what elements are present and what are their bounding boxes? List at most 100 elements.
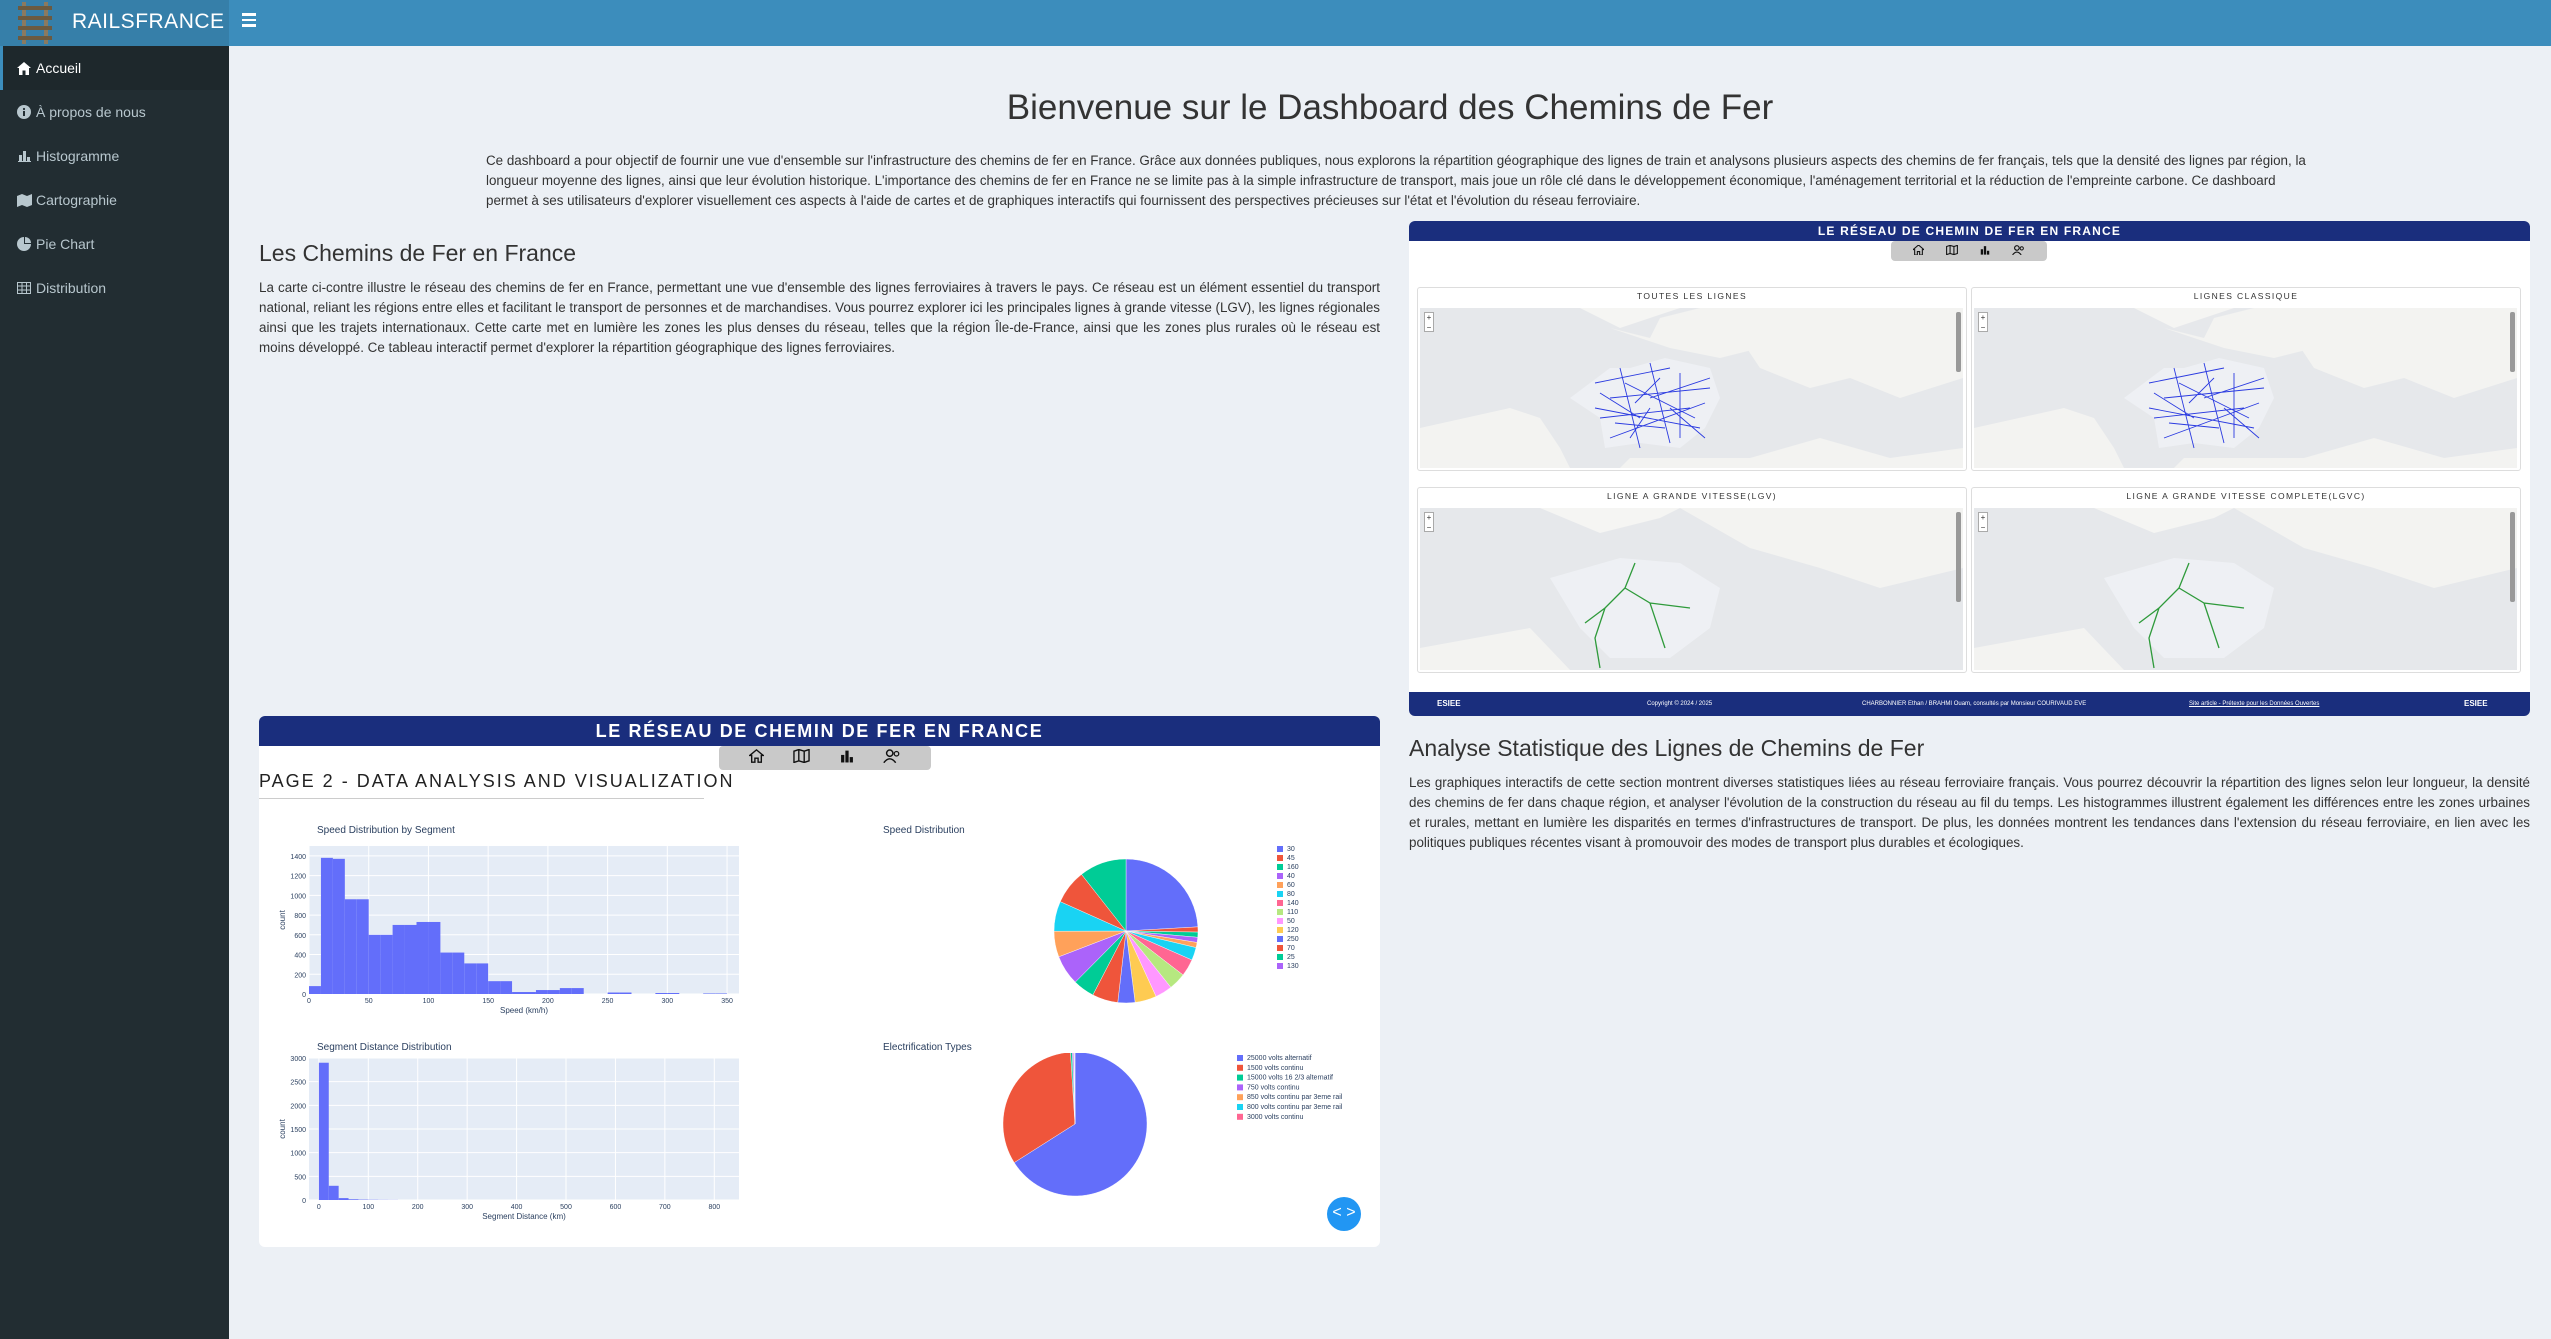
legend-label[interactable]: 140 <box>1287 900 1299 907</box>
histogram-bar[interactable] <box>619 992 632 994</box>
legend-label[interactable]: 1500 volts continu <box>1247 1065 1304 1072</box>
y-tick-label: 200 <box>294 972 306 979</box>
footer-source-link[interactable]: Site article - Prétexte pour les Données… <box>2189 701 2319 707</box>
legend-label[interactable]: 250 <box>1287 936 1299 943</box>
legend-label[interactable]: 110 <box>1287 909 1298 916</box>
zoom-controls[interactable]: + − <box>1978 312 1988 332</box>
sidebar-toggle-icon[interactable] <box>242 13 256 27</box>
home-icon[interactable] <box>1911 242 1926 260</box>
map-lgv[interactable]: + − <box>1420 508 1963 670</box>
map-scrollbar[interactable] <box>1956 512 1961 602</box>
legend-label[interactable]: 750 volts continu <box>1247 1084 1300 1091</box>
page-toggle-button[interactable]: < > <box>1327 1197 1361 1231</box>
x-tick-label: 500 <box>560 1204 572 1211</box>
histogram-bar[interactable] <box>559 988 572 994</box>
map-lgvc[interactable]: + − <box>1974 508 2517 670</box>
zoom-controls[interactable]: + − <box>1424 512 1434 532</box>
histogram-bar[interactable] <box>356 899 369 994</box>
histogram-bar[interactable] <box>348 1199 359 1200</box>
histogram-bar[interactable] <box>318 1062 329 1200</box>
legend-label[interactable]: 50 <box>1287 918 1295 925</box>
legend-label[interactable]: 120 <box>1287 927 1299 934</box>
x-tick-label: 600 <box>610 1204 622 1211</box>
map-toutes-lignes[interactable]: + − <box>1420 308 1963 468</box>
histogram-bar[interactable] <box>607 992 620 994</box>
histogram-bar[interactable] <box>380 934 393 994</box>
speed-pie-chart[interactable]: 30 45 160 40 60 80 140 110 50 120 250 70 25 130 <box>959 836 1379 1036</box>
histogram-bar[interactable] <box>338 1198 349 1200</box>
brand-area[interactable]: RAILSFRANCE <box>0 0 229 46</box>
histogram-bar[interactable] <box>571 988 584 994</box>
sidebar-item-distribution[interactable]: Distribution <box>0 266 229 310</box>
legend-label[interactable]: 15000 volts 16 2/3 alternatif <box>1247 1075 1333 1082</box>
histogram-bar[interactable] <box>452 952 465 994</box>
intro-paragraph: Ce dashboard a pour objectif de fournir … <box>486 153 2306 208</box>
legend-swatch <box>1277 873 1283 879</box>
embedded-map-dashboard[interactable]: LE RÉSEAU DE CHEMIN DE FER EN FRANCE TOU… <box>1409 221 2530 716</box>
legend-swatch <box>1237 1113 1243 1120</box>
sidebar-item-label: Pie Chart <box>36 236 95 252</box>
sidebar-item-cartographie[interactable]: Cartographie <box>0 178 229 222</box>
map-card-lignes-classique: LIGNES CLASSIQUE + − <box>1971 287 2521 471</box>
home-icon[interactable] <box>747 748 765 768</box>
legend-label[interactable]: 130 <box>1287 963 1299 970</box>
x-tick-label: 700 <box>659 1204 671 1211</box>
histogram-bar[interactable] <box>464 963 477 994</box>
y-axis-label: count <box>279 1118 287 1138</box>
sidebar-item-pie-chart[interactable]: Pie Chart <box>0 222 229 266</box>
histogram-bar[interactable] <box>655 993 668 994</box>
histogram-bar[interactable] <box>476 963 489 994</box>
legend-label[interactable]: 80 <box>1287 891 1295 898</box>
bar-chart-icon[interactable] <box>1980 242 1990 260</box>
histogram-bar[interactable] <box>344 899 357 994</box>
histogram-bar[interactable] <box>488 981 501 994</box>
map-scrollbar[interactable] <box>2510 512 2515 602</box>
histogram-bar[interactable] <box>368 934 381 994</box>
histogram-bar[interactable] <box>320 857 333 994</box>
legend-label[interactable]: 60 <box>1287 882 1295 889</box>
map-scrollbar[interactable] <box>1956 312 1961 372</box>
legend-label[interactable]: 40 <box>1287 873 1295 880</box>
zoom-controls[interactable]: + − <box>1424 312 1434 332</box>
electrification-pie-chart[interactable]: 25000 volts alternatif 1500 volts continu… <box>959 1053 1379 1233</box>
sidebar-item-histogramme[interactable]: Histogramme <box>0 134 229 178</box>
legend-label[interactable]: 25 <box>1287 954 1295 961</box>
legend-label[interactable]: 70 <box>1287 945 1295 952</box>
legend-label[interactable]: 800 volts continu par 3eme rail <box>1247 1104 1343 1111</box>
pie-slice[interactable] <box>1125 858 1199 932</box>
legend-label[interactable]: 3000 volts continu <box>1247 1114 1304 1121</box>
histogram-bar[interactable] <box>392 924 405 994</box>
histogram-bar[interactable] <box>547 990 560 994</box>
zoom-controls[interactable]: + − <box>1978 512 1988 532</box>
histogram-bar[interactable] <box>512 992 524 994</box>
sidebar-item-a-propos[interactable]: À propos de nous <box>0 90 229 134</box>
histogram-bar[interactable] <box>332 858 345 994</box>
map-icon[interactable] <box>793 748 810 768</box>
histogram-bar[interactable] <box>428 921 441 994</box>
histogram-bar[interactable] <box>524 992 536 994</box>
bar-chart-icon[interactable] <box>840 749 854 768</box>
users-icon[interactable] <box>2012 242 2025 260</box>
histogram-bar[interactable] <box>328 1185 339 1200</box>
legend-swatch <box>1237 1094 1243 1101</box>
map-scrollbar[interactable] <box>2510 312 2515 372</box>
map-icon[interactable] <box>1946 242 1958 260</box>
legend-label[interactable]: 25000 volts alternatif <box>1247 1055 1312 1062</box>
speed-histogram-chart[interactable]: 0 200 400 600 800 1000 1200 1400 0 50 100 150 200 250… <box>279 836 759 1036</box>
histogram-bar[interactable] <box>535 990 548 994</box>
map-lignes-classique[interactable]: + − <box>1974 308 2517 468</box>
histogram-bar[interactable] <box>440 952 453 994</box>
legend-label[interactable]: 850 volts continu par 3eme rail <box>1247 1094 1343 1101</box>
data-analysis-panel[interactable]: LE RÉSEAU DE CHEMIN DE FER EN FRANCE PAG… <box>259 716 1380 1247</box>
distance-histogram-chart[interactable]: 0 500 1000 1500 2000 2500 3000 0 100 200 300 400 500… <box>279 1053 759 1233</box>
histogram-bar[interactable] <box>500 981 513 994</box>
histogram-bar[interactable] <box>404 924 417 994</box>
sidebar-item-accueil[interactable]: Accueil <box>0 46 229 90</box>
legend-label[interactable]: 30 <box>1287 846 1295 853</box>
histogram-bar[interactable] <box>309 986 321 994</box>
users-icon[interactable] <box>883 748 901 768</box>
legend-label[interactable]: 45 <box>1287 855 1295 862</box>
legend-label[interactable]: 160 <box>1287 864 1299 871</box>
histogram-bar[interactable] <box>667 993 680 994</box>
histogram-bar[interactable] <box>416 921 429 994</box>
